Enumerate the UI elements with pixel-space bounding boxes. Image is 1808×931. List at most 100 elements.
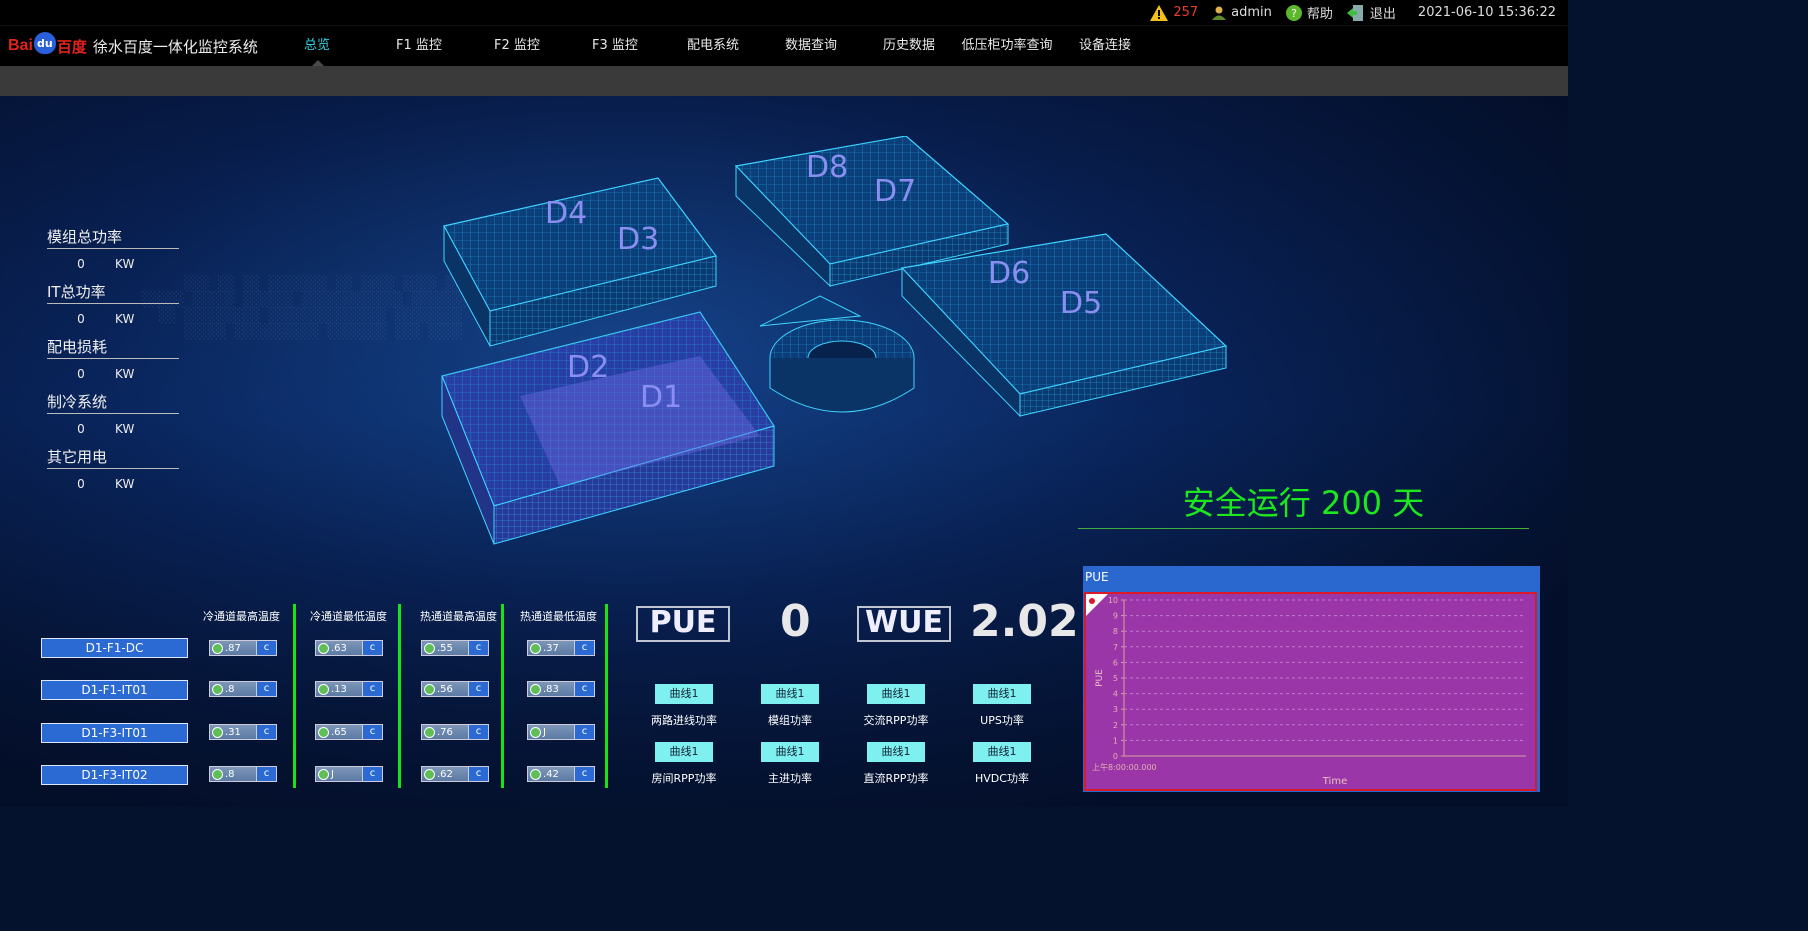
y-tick-label: 10 xyxy=(1108,596,1118,605)
stat-value: 0 xyxy=(77,257,85,271)
temp-cell: .55 c xyxy=(421,640,489,656)
status-dot-icon xyxy=(424,683,435,695)
curve-label: 模组功率 xyxy=(768,714,812,727)
curve-label: 主进功率 xyxy=(768,772,812,785)
building-label-d4: D4 xyxy=(545,196,588,231)
curve-label: HVDC功率 xyxy=(975,772,1029,785)
temp-cell: .63 c xyxy=(315,640,383,656)
building-d6-d5[interactable] xyxy=(900,233,1228,418)
nav-item-overview[interactable]: 总览 xyxy=(290,26,350,66)
nav-items: 总览 F1 监控 F2 监控 F3 监控 配电系统 数据查询 历史数据 低压柜功… xyxy=(290,26,1154,66)
help-link[interactable]: ? 帮助 xyxy=(1285,3,1333,22)
logo-bai: Bai xyxy=(8,37,33,54)
nav-item-lv-power-query[interactable]: 低压柜功率查询 xyxy=(958,26,1056,66)
stat-other: 其它用电 0 KW xyxy=(47,446,179,501)
curve-button-dual-incoming[interactable]: 曲线1 xyxy=(655,684,713,704)
stat-unit: KW xyxy=(115,422,135,436)
logout-label: 退出 xyxy=(1369,7,1396,22)
status-dot-icon xyxy=(212,768,223,780)
nav-item-data-query[interactable]: 数据查询 xyxy=(762,26,860,66)
help-icon: ? xyxy=(1285,4,1302,21)
temp-cell: .8 c xyxy=(209,681,277,697)
temp-cell: .31 c xyxy=(209,724,277,740)
pue-label: PUE xyxy=(636,606,730,642)
alarm-indicator[interactable]: 257 xyxy=(1150,4,1199,21)
stat-label: IT总功率 xyxy=(47,281,179,304)
y-tick-label: 5 xyxy=(1113,674,1118,683)
ring-structure[interactable] xyxy=(759,295,915,413)
stat-cooling: 制冷系统 0 KW xyxy=(47,391,179,446)
status-dot-icon xyxy=(212,726,223,738)
temp-cell: .56 c xyxy=(421,681,489,697)
stat-unit: KW xyxy=(115,257,135,271)
stat-module-power: 模组总功率 0 KW xyxy=(47,226,179,281)
alert-dot-icon xyxy=(1089,598,1095,604)
logout-link[interactable]: 退出 xyxy=(1346,3,1396,22)
building-label-d7: D7 xyxy=(874,174,917,209)
user-icon xyxy=(1212,6,1227,20)
y-tick-label: 2 xyxy=(1113,721,1118,730)
y-tick-label: 0 xyxy=(1113,752,1118,761)
curve-button-ups[interactable]: 曲线1 xyxy=(973,684,1031,704)
curve-button-module[interactable]: 曲线1 xyxy=(761,684,819,704)
building-d2-d1[interactable] xyxy=(441,311,775,545)
curve-button-ac-rpp[interactable]: 曲线1 xyxy=(867,684,925,704)
stat-label: 制冷系统 xyxy=(47,391,179,414)
logo-baidu-cn: 百度 xyxy=(56,37,87,56)
status-dot-icon xyxy=(318,683,329,695)
overview-dashboard: ░░░ ░░ ░░ ░░░░░░░ ░░ ░░░░ ░░░░ ░░░░ ░ ░░░… xyxy=(0,96,1568,807)
y-tick-label: 3 xyxy=(1113,705,1118,714)
wue-value: 2.02 xyxy=(970,596,1079,647)
nav-item-history[interactable]: 历史数据 xyxy=(860,26,958,66)
nav-item-f2[interactable]: F2 监控 xyxy=(468,26,566,66)
device-button-d1-f1-it01[interactable]: D1-F1-IT01 xyxy=(41,680,188,700)
curve-label: 交流RPP功率 xyxy=(863,714,929,727)
pue-chart[interactable]: 0 1 2 3 4 5 6 7 8 9 10 上午8:00:00.000 Time PUE xyxy=(1084,592,1537,791)
status-dot-icon xyxy=(212,683,223,695)
wue-label: WUE xyxy=(857,606,951,642)
svg-text:?: ? xyxy=(1291,7,1297,20)
main-nav: Bai du 百度 徐水百度一体化监控系统 总览 F1 监控 F2 监控 F3 … xyxy=(0,26,1568,66)
alarm-count: 257 xyxy=(1173,5,1199,20)
col-header-hot-min: 热通道最低温度 xyxy=(520,610,597,623)
y-tick-label: 9 xyxy=(1113,612,1118,621)
curve-button-dc-rpp[interactable]: 曲线1 xyxy=(867,742,925,762)
building-label-d6: D6 xyxy=(988,256,1031,291)
curve-button-hvdc[interactable]: 曲线1 xyxy=(973,742,1031,762)
stat-label: 模组总功率 xyxy=(47,226,179,249)
curve-button-main-incoming[interactable]: 曲线1 xyxy=(761,742,819,762)
column-separator xyxy=(293,604,296,788)
stat-label: 其它用电 xyxy=(47,446,179,469)
building-label-d2: D2 xyxy=(567,350,610,385)
sub-toolbar xyxy=(0,66,1568,96)
stat-unit: KW xyxy=(115,312,135,326)
temp-cell: .37 c xyxy=(527,640,595,656)
brand[interactable]: Bai du 百度 徐水百度一体化监控系统 xyxy=(8,32,288,57)
status-dot-icon xyxy=(424,768,435,780)
column-separator xyxy=(605,604,608,788)
status-dot-icon xyxy=(318,726,329,738)
device-button-d1-f3-it01[interactable]: D1-F3-IT01 xyxy=(41,723,188,743)
nav-item-f3[interactable]: F3 监控 xyxy=(566,26,664,66)
y-tick-label: 8 xyxy=(1113,627,1118,636)
y-tick-label: 1 xyxy=(1113,736,1118,745)
user-menu[interactable]: admin xyxy=(1212,5,1272,20)
y-tick-label: 7 xyxy=(1113,643,1118,652)
power-stats-panel: 模组总功率 0 KW IT总功率 0 KW 配电损耗 0 KW 制冷系统 0 KW 其它… xyxy=(47,226,179,501)
pue-chart-svg: 0 1 2 3 4 5 6 7 8 9 10 上午8:00:00.000 Time PUE xyxy=(1086,594,1526,787)
building-label-d3: D3 xyxy=(617,222,660,257)
nav-item-f1[interactable]: F1 监控 xyxy=(370,26,468,66)
device-button-d1-f1-dc[interactable]: D1-F1-DC xyxy=(41,638,188,658)
safe-run-days: 安全运行 200 天 xyxy=(1078,478,1529,529)
status-dot-icon xyxy=(424,642,435,654)
x-axis-title: Time xyxy=(1322,776,1347,787)
nav-item-device-connect[interactable]: 设备连接 xyxy=(1056,26,1154,66)
y-tick-label: 4 xyxy=(1113,690,1118,699)
device-button-d1-f3-it02[interactable]: D1-F3-IT02 xyxy=(41,765,188,785)
stat-it-power: IT总功率 0 KW xyxy=(47,281,179,336)
temp-cell: .13 c xyxy=(315,681,383,697)
nav-item-power-distribution[interactable]: 配电系统 xyxy=(664,26,762,66)
curve-button-room-rpp[interactable]: 曲线1 xyxy=(655,742,713,762)
username: admin xyxy=(1231,5,1272,20)
stat-value: 0 xyxy=(77,367,85,381)
